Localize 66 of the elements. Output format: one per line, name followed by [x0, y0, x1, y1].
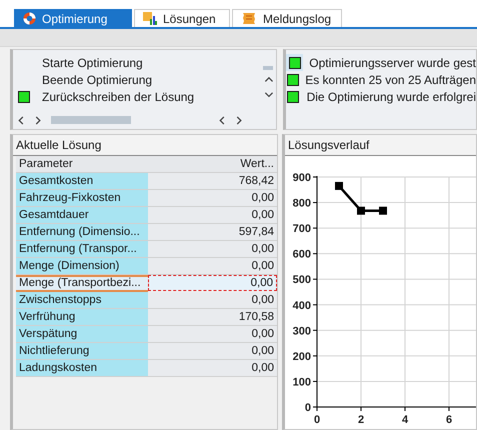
scroll-thumb[interactable]: [51, 116, 131, 124]
tab[interactable]: Optimierung: [14, 9, 132, 27]
y-tick-label: 800: [292, 198, 311, 210]
column-header[interactable]: Parameter: [16, 156, 148, 173]
value-cell: 0,00: [148, 292, 277, 309]
data-point: [357, 206, 365, 215]
data-point: [379, 206, 387, 215]
panel-title: Lösungsverlauf: [288, 138, 370, 152]
parameter-cell: Entfernung (Dimensio...: [16, 224, 148, 241]
parameter-cell: Zwischenstopps: [16, 292, 148, 309]
y-tick-label: 500: [292, 274, 311, 286]
x-tick-label: 6: [446, 414, 452, 426]
y-tick-label: 900: [292, 172, 311, 184]
x-tick-label: 0: [314, 414, 320, 426]
y-tick-label: 400: [292, 300, 311, 312]
x-tick-label: 2: [358, 414, 364, 426]
value-cell: 0,00: [148, 207, 277, 224]
message-text: Die Optimierung wurde erfolgrei: [306, 90, 476, 104]
value-cell: 170,58: [148, 309, 277, 326]
y-tick-label: 100: [292, 376, 311, 388]
value-cell: 0,00: [148, 326, 277, 343]
parameter-cell: Menge (Dimension): [16, 258, 148, 275]
scroll-thumb[interactable]: [263, 66, 273, 70]
message-text: Optimierungsserver wurde gest: [308, 56, 476, 70]
value-cell: 597,84: [148, 224, 277, 241]
parameter-cell: Verspätung: [16, 326, 148, 343]
status-square-icon: [288, 56, 301, 69]
scroll-icon: [241, 12, 257, 25]
scroll-left-icon[interactable]: [218, 116, 227, 124]
scroll-right-icon[interactable]: [34, 116, 43, 124]
x-tick-label: 4: [402, 414, 408, 426]
parameter-cell: Fahrzeug-Fixkosten: [16, 190, 148, 207]
parameter-cell: Entfernung (Transpor...: [16, 241, 148, 258]
y-tick-label: 600: [292, 248, 311, 261]
value-cell: 0,00: [148, 241, 277, 258]
parameter-cell: Nichtlieferung: [16, 343, 148, 360]
value-cell: 0,00: [148, 360, 277, 377]
y-tick-label: 700: [292, 223, 311, 236]
value-cell: 0,00: [148, 275, 277, 291]
parameter-cell: Gesamtdauer: [16, 207, 148, 224]
y-tick-label: 300: [292, 325, 311, 338]
status-square-icon: [287, 90, 300, 103]
y-tick-label: 200: [292, 350, 311, 363]
scroll-right-icon[interactable]: [235, 116, 244, 124]
parameter-cell: Ladungskosten: [16, 360, 148, 377]
parameter-cell: Menge (Transportbezi...: [16, 275, 148, 292]
lifebuoy-icon: [23, 12, 36, 25]
parameter-cell: Verfrühung: [16, 309, 148, 326]
action-item[interactable]: Beende Optimierung: [35, 72, 152, 87]
value-cell: 0,00: [148, 190, 277, 207]
tab[interactable]: Lösungen: [134, 9, 230, 27]
message-text: Es konnten 25 von 25 Aufträgen: [304, 72, 476, 87]
panel-title: Aktuelle Lösung: [16, 138, 102, 152]
value-cell: 0,00: [148, 258, 277, 275]
scroll-left-icon[interactable]: [17, 116, 26, 124]
y-tick-label: 0: [304, 402, 311, 414]
data-point: [335, 182, 343, 190]
action-item[interactable]: Zurückschreiben der Lösung: [35, 90, 194, 104]
status-square-icon: [286, 74, 299, 86]
value-cell: 0,00: [148, 343, 277, 360]
value-cell: 768,42: [148, 173, 277, 190]
action-item[interactable]: Starte Optimierung: [35, 56, 143, 70]
bar-chart-icon: [143, 12, 157, 25]
tab[interactable]: Meldungslog: [232, 9, 342, 27]
column-header[interactable]: Wert...: [148, 156, 277, 173]
parameter-cell: Gesamtkosten: [16, 173, 148, 190]
